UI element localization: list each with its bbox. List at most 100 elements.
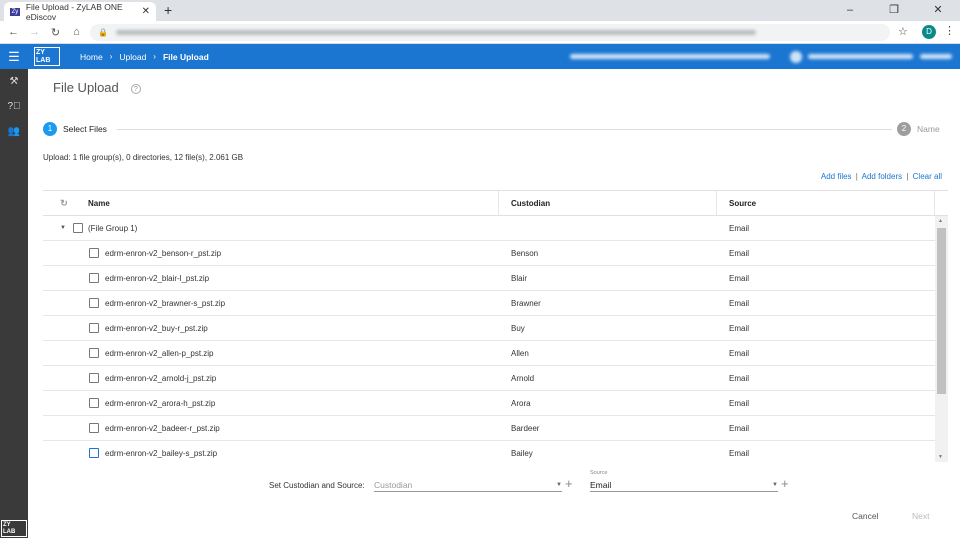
row-checkbox[interactable] — [89, 248, 99, 258]
separator: | — [906, 172, 909, 181]
custodian-select[interactable]: Custodian ▼ — [374, 478, 562, 492]
header-name[interactable]: Name — [85, 191, 499, 215]
table-header: ↻ Name Custodian Source — [43, 191, 948, 216]
file-name: edrm-enron-v2_buy-r_pst.zip — [105, 323, 208, 333]
table-row[interactable]: edrm-enron-v2_benson-r_pst.zip Benson Emai… — [43, 241, 948, 266]
table-row[interactable]: edrm-enron-v2_arora-h_pst.zip Arora Email — [43, 391, 948, 416]
reload-icon[interactable]: ↻ — [45, 26, 66, 39]
group-row[interactable]: ▼ (File Group 1) Email — [43, 216, 948, 241]
chevron-right-icon: › — [109, 52, 113, 61]
forward-icon[interactable]: → — [24, 26, 45, 38]
source-cell: Email — [729, 423, 750, 433]
source-cell: Email — [729, 248, 750, 258]
scroll-up-icon[interactable]: ▲ — [938, 218, 943, 224]
refresh-icon[interactable]: ↻ — [60, 198, 68, 209]
source-cell: Email — [729, 298, 750, 308]
source-select[interactable]: Email ▼ — [590, 478, 778, 492]
zylab-logo-small: ZY LAB — [1, 520, 27, 537]
source-value: Email — [590, 479, 612, 490]
table-row[interactable]: edrm-enron-v2_arnold-j_pst.zip Arnold Emai… — [43, 366, 948, 391]
group-checkbox[interactable] — [73, 223, 83, 233]
tools-icon[interactable]: ⚒ — [0, 69, 28, 94]
breadcrumb-current: File Upload — [162, 51, 209, 62]
table-row[interactable]: edrm-enron-v2_allen-p_pst.zip Allen Email — [43, 341, 948, 366]
zylab-logo[interactable]: ZY LAB — [34, 47, 60, 66]
cancel-button[interactable]: Cancel — [852, 511, 878, 521]
url-text-blurred — [115, 30, 756, 35]
custodian-cell: Buy — [511, 323, 525, 333]
row-checkbox[interactable] — [89, 448, 99, 458]
next-button[interactable]: Next — [912, 511, 929, 521]
scroll-down-icon[interactable]: ▼ — [938, 454, 943, 460]
table-row[interactable]: edrm-enron-v2_brawner-s_pst.zip Brawner Em… — [43, 291, 948, 316]
row-checkbox[interactable] — [89, 298, 99, 308]
scrollbar-thumb[interactable] — [937, 228, 946, 394]
file-name: edrm-enron-v2_benson-r_pst.zip — [105, 248, 222, 258]
source-cell: Email — [729, 398, 750, 408]
blurred-logout-link[interactable] — [920, 54, 952, 59]
tab-title: File Upload - ZyLAB ONE eDiscov — [25, 1, 123, 22]
chevron-right-icon: › — [153, 52, 156, 61]
custodian-cell: Benson — [511, 248, 539, 258]
blurred-case-info — [570, 54, 770, 59]
source-cell: Email — [729, 448, 750, 458]
table-row[interactable]: edrm-enron-v2_blair-l_pst.zip Blair Email — [43, 266, 948, 291]
file-name: edrm-enron-v2_bailey-s_pst.zip — [105, 448, 218, 458]
minimize-icon[interactable]: – — [828, 0, 872, 20]
step-label: Select Files — [63, 124, 107, 134]
table-row[interactable]: edrm-enron-v2_buy-r_pst.zip Buy Email — [43, 316, 948, 341]
table-row[interactable]: edrm-enron-v2_badeer-r_pst.zip Bardeer Ema… — [43, 416, 948, 441]
close-window-icon[interactable]: ✕ — [916, 0, 960, 20]
custodian-cell: Arnold — [511, 373, 535, 383]
browser-tab[interactable]: Zy File Upload - ZyLAB ONE eDiscov ✕ — [4, 1, 156, 22]
bookmark-star-icon[interactable]: ☆ — [898, 25, 908, 38]
row-checkbox[interactable] — [89, 373, 99, 383]
add-custodian-icon[interactable]: + — [565, 476, 573, 491]
add-files-link[interactable]: Add files — [821, 172, 852, 181]
clear-all-link[interactable]: Clear all — [913, 172, 942, 181]
source-label: Source — [590, 470, 608, 476]
profile-avatar[interactable]: D — [922, 25, 936, 39]
custodian-cell: Arora — [511, 398, 531, 408]
table-scrollbar[interactable]: ▲ ▼ — [935, 216, 948, 462]
home-icon[interactable]: ⌂ — [66, 26, 87, 38]
browser-menu-icon[interactable]: ⋮ — [944, 24, 955, 37]
row-checkbox[interactable] — [89, 348, 99, 358]
source-cell: Email — [729, 373, 750, 383]
lock-icon: 🔒 — [98, 28, 108, 37]
page-title-text: File Upload — [53, 80, 119, 95]
step-name: 2 Name — [893, 122, 940, 136]
step-select-files: 1 Select Files — [43, 122, 115, 136]
users-icon[interactable]: 👥 — [0, 119, 28, 144]
group-custodian — [499, 216, 717, 240]
separator: | — [855, 172, 858, 181]
source-cell: Email — [729, 348, 750, 358]
add-folders-link[interactable]: Add folders — [862, 172, 902, 181]
close-tab-icon[interactable]: ✕ — [142, 6, 150, 17]
table-row[interactable]: edrm-enron-v2_bailey-s_pst.zip Bailey Emai… — [43, 441, 948, 462]
add-source-icon[interactable]: + — [781, 476, 789, 491]
header-source[interactable]: Source — [717, 191, 935, 215]
file-name: edrm-enron-v2_arnold-j_pst.zip — [105, 373, 217, 383]
sidebar: ⚒ ?⃝ 👥 ZY LAB — [0, 69, 28, 538]
file-name: edrm-enron-v2_brawner-s_pst.zip — [105, 298, 226, 308]
row-checkbox[interactable] — [89, 398, 99, 408]
expand-caret-icon[interactable]: ▼ — [60, 225, 66, 231]
help-icon[interactable]: ? — [130, 83, 141, 94]
favicon-icon: Zy — [10, 7, 20, 16]
row-checkbox[interactable] — [89, 323, 99, 333]
row-checkbox[interactable] — [89, 423, 99, 433]
breadcrumb-home[interactable]: Home — [80, 52, 103, 62]
row-checkbox[interactable] — [89, 273, 99, 283]
hamburger-menu-icon[interactable]: ☰ — [0, 49, 28, 65]
new-tab-button[interactable]: + — [164, 2, 172, 18]
source-cell: Email — [729, 273, 750, 283]
url-field[interactable]: 🔒 — [90, 24, 890, 41]
help-icon[interactable]: ?⃝ — [0, 94, 28, 119]
step-label: Name — [917, 124, 940, 134]
restore-icon[interactable]: ❐ — [872, 0, 916, 20]
back-icon[interactable]: ← — [3, 26, 24, 38]
header-custodian[interactable]: Custodian — [499, 191, 717, 215]
breadcrumb-upload[interactable]: Upload — [119, 52, 146, 62]
browser-tab-bar: Zy File Upload - ZyLAB ONE eDiscov ✕ + –… — [0, 0, 960, 22]
